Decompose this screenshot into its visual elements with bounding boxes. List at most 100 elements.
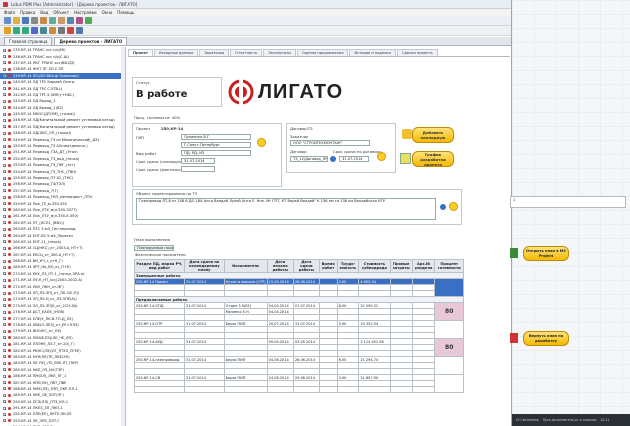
home-icon[interactable] (4, 27, 11, 34)
expand-icon[interactable]: + (3, 272, 7, 276)
expand-icon[interactable]: + (3, 342, 7, 346)
expand-icon[interactable]: + (3, 317, 7, 321)
expand-icon[interactable]: + (3, 400, 7, 404)
open-ms-project-button[interactable]: Открыть план в MS Project (523, 246, 569, 261)
expand-icon[interactable]: + (3, 118, 7, 122)
gip-field[interactable]: Лукиенко В.Г. (181, 134, 251, 140)
expand-icon[interactable]: + (3, 202, 7, 206)
expand-icon[interactable]: + (3, 150, 7, 154)
back-icon[interactable] (13, 27, 20, 34)
list-icon[interactable] (76, 27, 83, 34)
expand-icon[interactable]: + (3, 61, 7, 65)
expand-icon[interactable]: + (3, 99, 7, 103)
side-input[interactable]: 1 (510, 196, 626, 208)
edit-object-icon[interactable] (449, 202, 458, 211)
undo-icon[interactable] (67, 17, 74, 24)
expand-icon[interactable]: + (3, 131, 7, 135)
expand-icon[interactable]: + (3, 80, 7, 84)
column-header[interactable]: Стоимость субподряда (358, 259, 391, 273)
expand-icon[interactable]: + (3, 329, 7, 333)
edit-contract-icon[interactable] (377, 152, 386, 161)
menu-item[interactable]: Файл (4, 10, 15, 15)
grid-icon[interactable] (40, 27, 47, 34)
expand-icon[interactable]: + (3, 412, 7, 416)
menu-item[interactable]: Правка (20, 10, 35, 15)
expand-icon[interactable]: + (3, 93, 7, 97)
expand-icon[interactable]: + (3, 125, 7, 129)
expand-icon[interactable]: + (3, 144, 7, 148)
expand-icon[interactable]: + (3, 163, 7, 167)
work-type-field[interactable]: ПД; РД; ИЗ (181, 150, 251, 156)
taskbar-item-2[interactable]: Пуск-исполнитель-от к спискам (543, 418, 597, 422)
open-icon[interactable] (13, 17, 20, 24)
tree-scrollbar[interactable] (121, 47, 125, 426)
menu-item[interactable]: Настройки (74, 10, 97, 15)
menu-item[interactable]: Окно (102, 10, 113, 15)
project-tab[interactable]: История и подписи (349, 49, 396, 56)
project-tab[interactable]: Сделки проекта (396, 49, 438, 56)
edit-project-icon[interactable] (257, 138, 266, 147)
add-invoice-button[interactable]: Добавить накладную (412, 127, 454, 143)
object-info-icon[interactable] (440, 204, 446, 210)
find-icon[interactable] (58, 27, 65, 34)
expand-icon[interactable]: + (3, 355, 7, 359)
expand-icon[interactable]: + (3, 138, 7, 142)
up-icon[interactable] (31, 27, 38, 34)
expand-icon[interactable]: + (3, 291, 7, 295)
expand-icon[interactable]: + (3, 381, 7, 385)
save-icon[interactable] (22, 17, 29, 24)
expand-icon[interactable]: + (3, 112, 7, 116)
expand-icon[interactable]: + (3, 419, 7, 423)
project-tab[interactable]: Оценка предложения (297, 49, 349, 56)
expand-icon[interactable]: + (3, 253, 7, 257)
expand-icon[interactable]: + (3, 374, 7, 378)
tab-home[interactable]: Главная страница (4, 37, 53, 45)
column-header[interactable]: Дата начала работы (266, 259, 294, 273)
expand-icon[interactable]: + (3, 195, 7, 199)
project-tab[interactable]: Заказчики (199, 49, 230, 56)
column-header[interactable]: Дата сдачи по календарному плану (183, 259, 225, 273)
refresh-icon[interactable] (85, 17, 92, 24)
expand-icon[interactable]: + (3, 259, 7, 263)
paste-icon[interactable] (58, 17, 65, 24)
expand-icon[interactable]: + (3, 182, 7, 186)
column-header[interactable]: Процент готовности (434, 259, 464, 273)
copy-icon[interactable] (49, 17, 56, 24)
column-header[interactable]: Исполнитель (223, 259, 268, 273)
project-tab[interactable]: Экспертизы (263, 49, 297, 56)
column-header[interactable]: Время работ (318, 259, 338, 273)
expand-icon[interactable]: + (3, 349, 7, 353)
expand-icon[interactable]: + (3, 106, 7, 110)
expand-icon[interactable]: + (3, 221, 7, 225)
expand-icon[interactable]: + (3, 48, 7, 52)
print-icon[interactable] (31, 17, 38, 24)
expand-icon[interactable]: + (3, 214, 7, 218)
expand-icon[interactable]: + (3, 234, 7, 238)
return-plan-button[interactable]: Вернуть план на доработку (523, 331, 569, 346)
column-header[interactable]: Дата сдачи работы (292, 259, 320, 273)
contract-num-field[interactable]: ТЗ_12/Договор_ЛР_(ТУ) (290, 156, 328, 162)
expand-icon[interactable]: + (3, 278, 7, 282)
object-text[interactable]: Газопровод ЛТ-8 от 108.8 ДО 18А Ангд Ван… (136, 198, 436, 220)
forward-icon[interactable] (22, 27, 29, 34)
expand-icon[interactable]: + (3, 208, 7, 212)
expand-icon[interactable]: + (3, 310, 7, 314)
column-header[interactable]: Прямые затраты (389, 259, 413, 273)
expand-icon[interactable]: + (3, 157, 7, 161)
expand-icon[interactable]: + (3, 227, 7, 231)
expand-icon[interactable]: + (3, 170, 7, 174)
fact-date-field[interactable] (181, 166, 215, 172)
expand-icon[interactable]: + (3, 87, 7, 91)
menu-item[interactable]: Вид (40, 10, 48, 15)
column-header[interactable]: Раздел ПД, марка РЧ, вид работ (134, 259, 185, 273)
expand-icon[interactable]: + (3, 297, 7, 301)
contract-date-field[interactable]: 31.07.2014 (339, 156, 369, 162)
expand-icon[interactable]: + (3, 304, 7, 308)
expand-icon[interactable]: + (3, 176, 7, 180)
taskbar-item-1[interactable]: Ct Системная (516, 418, 539, 422)
new-icon[interactable] (4, 17, 11, 24)
actual-indicators-tab[interactable]: Фактические показатели (135, 252, 186, 257)
expand-icon[interactable]: + (3, 74, 7, 78)
expand-icon[interactable]: + (3, 285, 7, 289)
planned-indicators-tab[interactable]: Планируемые показатели (134, 245, 174, 251)
